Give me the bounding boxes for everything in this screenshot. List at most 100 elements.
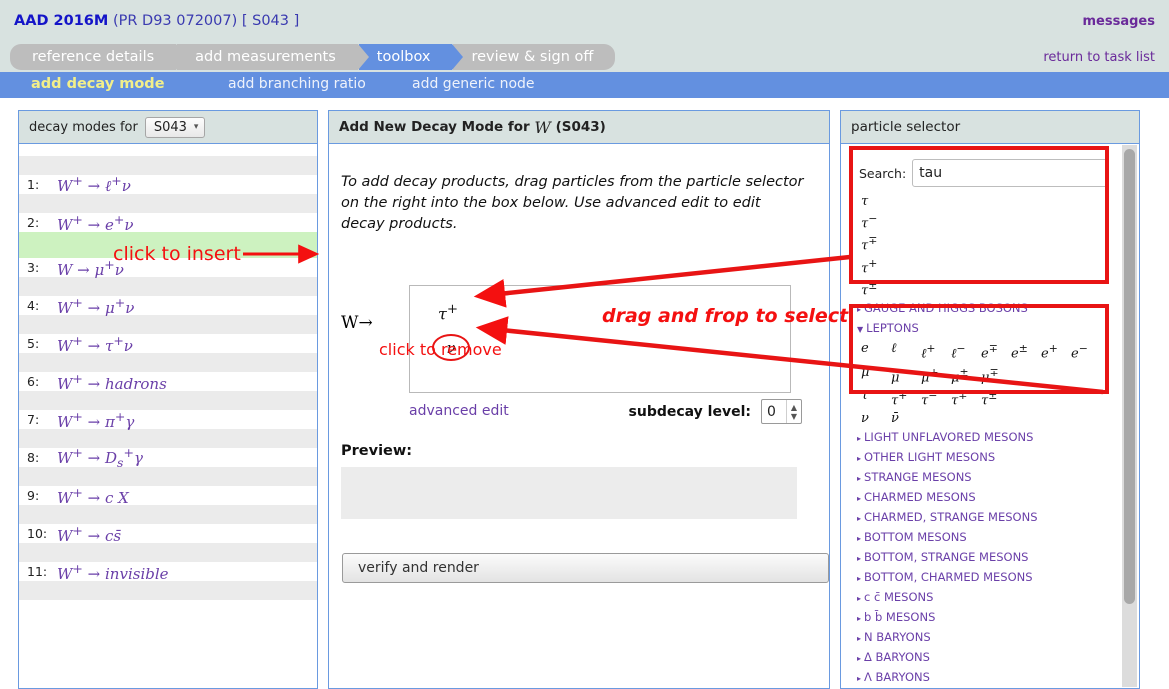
- category-bottom-strange-mesons[interactable]: ▸ BOTTOM, STRANGE MESONS: [847, 548, 1139, 568]
- particle-item[interactable]: ν̄: [891, 410, 921, 428]
- decay-mode-row[interactable]: 8: W+ → Ds+γ: [19, 448, 317, 467]
- chevron-down-icon[interactable]: ▼: [791, 412, 797, 421]
- tab-reference-details[interactable]: reference details: [10, 44, 176, 70]
- decay-products-dropzone[interactable]: τ+ ν: [409, 285, 791, 393]
- search-result-particle[interactable]: τ−: [861, 210, 1139, 232]
- category-delta-baryons[interactable]: ▸ Δ BARYONS: [847, 648, 1139, 668]
- category-gauge-and-higgs-bosons[interactable]: ▸ GAUGE AND HIGGS BOSONS: [847, 299, 1139, 319]
- particle-selector-panel: particle selector Search: ττ−τ∓τ+τ± ▸GAU…: [840, 110, 1140, 689]
- add-decay-mode-panel: Add New Decay Mode for W (S043) To add d…: [328, 110, 830, 689]
- search-result-particle[interactable]: τ+: [861, 255, 1139, 277]
- decay-mode-row[interactable]: 6: W+ → hadrons: [19, 372, 317, 391]
- triangle-right-icon: ▸: [857, 534, 861, 543]
- category-label: BOTTOM MESONS: [864, 530, 967, 544]
- add-decay-mode-header: Add New Decay Mode for W (S043): [329, 111, 829, 144]
- particle-item[interactable]: μ−: [891, 364, 921, 387]
- decay-mode-row[interactable]: 2: W+ → e+ν: [19, 213, 317, 232]
- particle-item[interactable]: τ±: [981, 387, 1011, 410]
- decay-mode-row[interactable]: 11: W+ → invisible: [19, 562, 317, 581]
- advanced-edit-link[interactable]: advanced edit: [409, 403, 509, 419]
- verify-and-render-button[interactable]: verify and render: [342, 553, 829, 583]
- decay-mode-index: 7:: [19, 412, 57, 427]
- category-charmed-strange-mesons[interactable]: ▸ CHARMED, STRANGE MESONS: [847, 508, 1139, 528]
- search-result-particle[interactable]: τ: [861, 193, 1139, 210]
- tab-toolbox[interactable]: toolbox: [359, 44, 453, 70]
- search-result-particle[interactable]: τ∓: [861, 232, 1139, 254]
- annotation-click-to-remove: click to remove: [379, 340, 502, 359]
- particle-item[interactable]: τ−: [921, 387, 951, 410]
- particle-item[interactable]: ℓ: [891, 340, 921, 363]
- particle-item[interactable]: μ∓: [981, 364, 1011, 387]
- decay-mode-index: 8:: [19, 450, 57, 465]
- chevron-up-icon[interactable]: ▲: [791, 403, 797, 412]
- decay-parent-label: W→: [341, 313, 373, 333]
- particle-item[interactable]: μ±: [951, 364, 981, 387]
- category-leptons[interactable]: ▼ LEPTONS: [847, 319, 1139, 339]
- subnav-item-add-branching-ratio[interactable]: add branching ratio: [228, 76, 366, 92]
- particle-selector-header: particle selector: [841, 111, 1139, 144]
- decay-mode-row[interactable]: 7: W+ → π+γ: [19, 410, 317, 429]
- decay-mode-index: 10:: [19, 526, 57, 541]
- decay-mode-row[interactable]: 9: W+ → c X: [19, 486, 317, 505]
- search-input[interactable]: [912, 159, 1108, 187]
- list-top-spacer: [19, 144, 317, 156]
- decay-mode-row[interactable]: 5: W+ → τ+ν: [19, 334, 317, 353]
- decay-mode-equation: W+ → hadrons: [57, 371, 167, 393]
- stepper-arrows-icon[interactable]: ▲ ▼: [786, 400, 801, 423]
- triangle-down-icon: ▼: [857, 325, 863, 334]
- tab-label: reference details: [32, 49, 154, 65]
- preview-label: Preview:: [341, 443, 829, 459]
- list-separator: [19, 194, 317, 213]
- decay-mode-row[interactable]: 1: W+ → ℓ+ν: [19, 175, 317, 194]
- particle-item[interactable]: μ+: [921, 364, 951, 387]
- particle-item[interactable]: e: [861, 340, 891, 363]
- subnav-item-add-generic-node[interactable]: add generic node: [412, 76, 535, 92]
- triangle-right-icon: ▸: [857, 594, 861, 603]
- leptons-particle-grid: e ℓ ℓ+ ℓ− e∓ e± e+ e− μ μ− μ+ μ± μ∓ τ τ+ τ− τ∓ τ± ν ν̄: [847, 339, 1139, 428]
- decay-modes-panel-header: decay modes for S043 ▾: [19, 111, 317, 144]
- tab-review-sign-off[interactable]: review & sign off: [453, 44, 615, 70]
- particle-item[interactable]: τ: [861, 387, 891, 410]
- subnav-item-add-decay-mode[interactable]: add decay mode: [31, 76, 165, 92]
- category-lambda-baryons[interactable]: ▸ Λ BARYONS: [847, 668, 1139, 688]
- tab-add-measurements[interactable]: add measurements: [177, 44, 358, 70]
- particle-select-value: S043: [154, 120, 187, 135]
- search-result-particle[interactable]: τ±: [861, 277, 1139, 299]
- category-b-b-x304-mesons[interactable]: ▸ b b̄ MESONS: [847, 608, 1139, 628]
- category-bottom-mesons[interactable]: ▸ BOTTOM MESONS: [847, 528, 1139, 548]
- category-strange-mesons[interactable]: ▸ STRANGE MESONS: [847, 468, 1139, 488]
- decay-product-tau-plus[interactable]: τ+: [438, 302, 458, 323]
- decay-mode-equation: W+ → μ+ν: [57, 295, 134, 317]
- particle-select-dropdown[interactable]: S043 ▾: [145, 117, 206, 138]
- category-light-unflavored-mesons[interactable]: ▸ LIGHT UNFLAVORED MESONS: [847, 428, 1139, 448]
- decay-mode-row[interactable]: 4: W+ → μ+ν: [19, 296, 317, 315]
- toolbox-subnav: add decay mode add branching ratio add gen…: [0, 72, 1169, 98]
- particle-selector-body: Search: ττ−τ∓τ+τ± ▸GAUGE AND HIGGS BOSON…: [841, 144, 1139, 688]
- particle-item[interactable]: ν: [861, 410, 891, 428]
- particle-item[interactable]: ℓ+: [921, 340, 951, 363]
- triangle-right-icon: ▸: [857, 634, 861, 643]
- category-c-c-x304-mesons[interactable]: ▸ c c̄ MESONS: [847, 588, 1139, 608]
- particle-item[interactable]: e∓: [981, 340, 1011, 363]
- particle-item[interactable]: τ∓: [951, 387, 981, 410]
- category-charmed-mesons[interactable]: ▸ CHARMED MESONS: [847, 488, 1139, 508]
- triangle-right-icon: ▸: [857, 454, 861, 463]
- category-other-light-mesons[interactable]: ▸ OTHER LIGHT MESONS: [847, 448, 1139, 468]
- particle-item[interactable]: μ: [861, 364, 891, 387]
- subdecay-level-value[interactable]: 0: [762, 400, 786, 423]
- particle-item[interactable]: e±: [1011, 340, 1041, 363]
- particle-item[interactable]: e−: [1071, 340, 1101, 363]
- particle-selector-scrollbar[interactable]: [1122, 145, 1137, 687]
- chevron-down-icon: ▾: [194, 122, 199, 132]
- return-to-task-list-link[interactable]: return to task list: [1043, 50, 1155, 65]
- particle-item[interactable]: τ+: [891, 387, 921, 410]
- particle-item[interactable]: ℓ−: [951, 340, 981, 363]
- scrollbar-thumb[interactable]: [1124, 149, 1135, 604]
- category-n-baryons[interactable]: ▸ N BARYONS: [847, 628, 1139, 648]
- messages-link[interactable]: messages: [1083, 14, 1155, 29]
- subdecay-level-stepper[interactable]: 0 ▲ ▼: [761, 399, 802, 424]
- decay-mode-row[interactable]: 10: W+ → cs̄: [19, 524, 317, 543]
- category-bottom-charmed-mesons[interactable]: ▸ BOTTOM, CHARMED MESONS: [847, 568, 1139, 588]
- particle-item[interactable]: e+: [1041, 340, 1071, 363]
- add-decay-mode-title-suffix: (S043): [556, 119, 606, 135]
